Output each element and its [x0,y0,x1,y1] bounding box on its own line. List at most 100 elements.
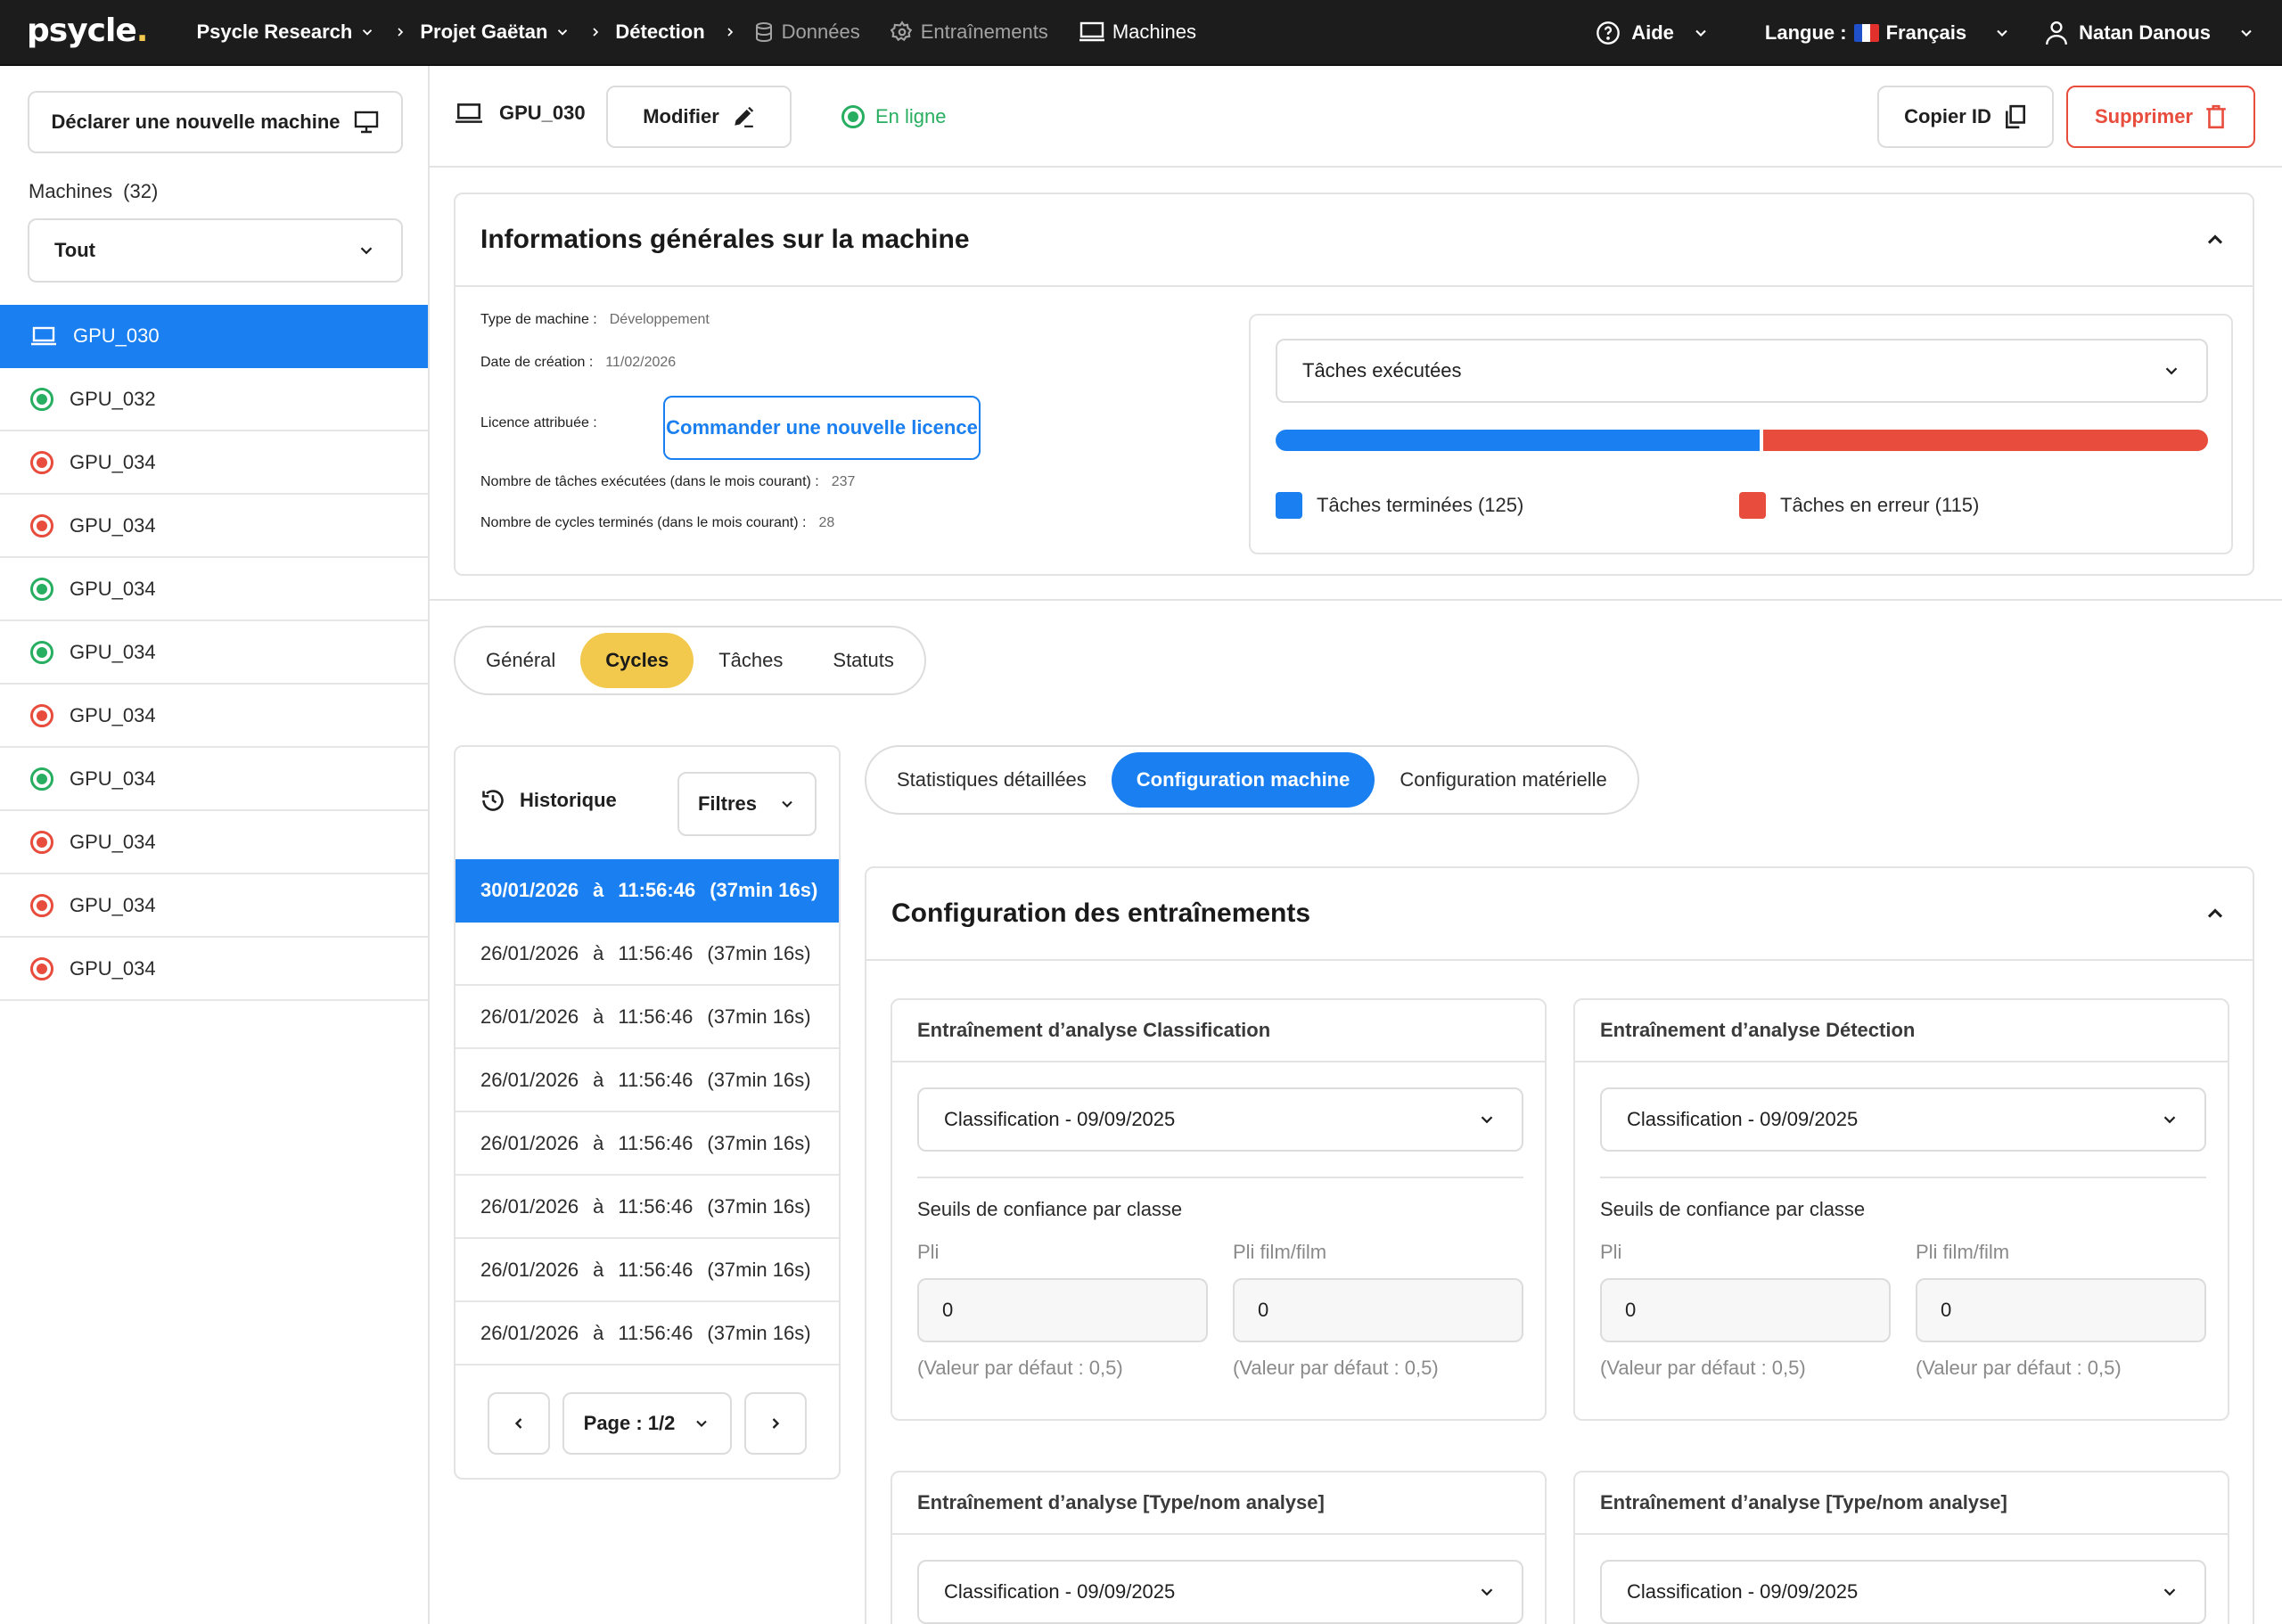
history-item[interactable]: 30/01/2026 à 11:56:46 (37min 16s) [456,859,839,923]
sub-tabs: Statistiques détaillées Configuration ma… [865,745,1639,815]
history-icon [482,790,504,811]
language-menu[interactable]: Langue : Français [1765,21,2011,45]
tab-taches[interactable]: Tâches [694,633,808,688]
monitor-icon [354,111,378,134]
machine-list-item[interactable]: GPU_034 [0,938,428,1001]
machine-list: GPU_030 GPU_032 GPU_034 GPU_034 GPU_034 … [0,305,428,1001]
machine-list-item[interactable]: GPU_034 [0,811,428,874]
status-online-icon [30,387,53,411]
history-item[interactable]: 26/01/2026 à 11:56:46 (37min 16s) [456,1049,839,1112]
legend-done: Tâches terminées (125) [1276,492,1523,519]
pli-film-threshold-input[interactable]: 0 [1916,1278,2206,1342]
tab-statuts[interactable]: Statuts [808,633,918,688]
machine-list-item[interactable]: GPU_034 [0,748,428,811]
chevron-down-icon [1695,29,1706,37]
breadcrumb-detection[interactable]: Détection [615,21,704,44]
legend-error: Tâches en erreur (115) [1739,492,1979,519]
machine-filter-select[interactable]: Tout [28,218,403,283]
thresholds-label: Seuils de confiance par classe [917,1198,1183,1220]
status-online-icon [30,640,53,664]
training-generic-card: Entraînement d’analyse [Type/nom analyse… [1573,1471,2229,1624]
history-header: Historique Filtres [456,747,839,859]
machine-info-header[interactable]: Informations générales sur la machine [456,194,2253,287]
machines-count-label: Machines (32) [29,180,159,202]
chevron-right-icon [723,25,737,39]
machine-header: GPU_030 Modifier En ligne Copier ID Supp… [430,66,2282,168]
thresholds-label: Seuils de confiance par classe [1600,1198,1866,1220]
help-menu[interactable]: Aide [1596,21,1710,45]
machine-list-item[interactable]: GPU_034 [0,558,428,621]
chevron-down-icon [2163,1116,2176,1124]
machine-list-item[interactable]: GPU_034 [0,431,428,495]
status-offline-icon [30,703,53,727]
machine-list-item[interactable]: GPU_034 [0,874,428,938]
tab-general[interactable]: Général [461,633,580,688]
history-item[interactable]: 26/01/2026 à 11:56:46 (37min 16s) [456,923,839,986]
delete-button[interactable]: Supprimer [2066,86,2255,148]
chevron-down-icon [1481,1116,1493,1124]
chevron-right-icon [393,25,407,39]
training-config-header[interactable]: Configuration des entraînements [866,868,2253,961]
chevron-up-icon[interactable] [2203,901,2228,926]
training-model-select[interactable]: Classification - 09/09/2025 [1600,1087,2206,1152]
pli-threshold-input[interactable]: 0 [1600,1278,1891,1342]
training-model-select[interactable]: Classification - 09/09/2025 [1600,1560,2206,1624]
tab-cycles[interactable]: Cycles [580,633,694,688]
user-menu[interactable]: Natan Danous [2045,21,2255,45]
tab-statistiques[interactable]: Statistiques détaillées [872,752,1112,808]
tasks-select[interactable]: Tâches exécutées [1276,339,2208,403]
monitor-icon [1079,21,1104,42]
training-model-select[interactable]: Classification - 09/09/2025 [917,1560,1523,1624]
field-label: Pli film/film [1916,1241,2010,1263]
field-label: Pli film/film [1233,1241,1327,1263]
training-card-title: Entraînement d’analyse [Type/nom analyse… [1575,1472,2228,1535]
nav-machines[interactable]: Machines [1079,21,1196,44]
status-offline-icon [30,956,53,980]
history-item[interactable]: 26/01/2026 à 11:56:46 (37min 16s) [456,1302,839,1366]
chevron-down-icon [2241,29,2252,37]
machine-list-item[interactable]: GPU_034 [0,495,428,558]
machine-list-item[interactable]: GPU_030 [0,305,428,368]
main-tabs: Général Cycles Tâches Statuts [454,626,926,695]
machine-list-item[interactable]: GPU_034 [0,621,428,685]
chevron-up-icon[interactable] [2203,227,2228,252]
training-config-card: Configuration des entraînements Entraîne… [865,866,2254,1624]
machine-list-item[interactable]: GPU_034 [0,685,428,748]
flag-fr-icon [1853,24,1879,42]
default-value-hint: (Valeur par défaut : 0,5) [1600,1357,1806,1379]
copy-id-button[interactable]: Copier ID [1877,86,2054,148]
history-item[interactable]: 26/01/2026 à 11:56:46 (37min 16s) [456,1239,839,1302]
tab-configuration-machine[interactable]: Configuration machine [1111,752,1375,808]
prev-page-button[interactable] [488,1392,550,1455]
modify-button[interactable]: Modifier [606,86,792,148]
history-item[interactable]: 26/01/2026 à 11:56:46 (37min 16s) [456,1112,839,1176]
next-page-button[interactable] [744,1392,807,1455]
chevron-down-icon [2165,367,2178,375]
status-offline-icon [30,450,53,474]
tab-configuration-materielle[interactable]: Configuration matérielle [1375,752,1631,808]
topbar-right: Aide Langue : Français Natan Danous [1596,0,2255,66]
page-select[interactable]: Page : 1/2 [562,1392,732,1455]
history-item[interactable]: 26/01/2026 à 11:56:46 (37min 16s) [456,986,839,1049]
help-circle-icon [1597,21,1621,45]
machine-list-item[interactable]: GPU_032 [0,368,428,431]
pli-threshold-input[interactable]: 0 [917,1278,1208,1342]
declare-machine-button[interactable]: Déclarer une nouvelle machine [28,91,403,153]
breadcrumb-organization[interactable]: Psycle Research [196,21,375,44]
default-value-hint: (Valeur par défaut : 0,5) [1916,1357,2122,1379]
breadcrumb-project[interactable]: Projet Gaëtan [420,21,570,44]
psycle-logo[interactable]: psycle. [27,12,148,49]
filters-button[interactable]: Filtres [677,772,817,836]
history-item[interactable]: 26/01/2026 à 11:56:46 (37min 16s) [456,1176,839,1239]
training-card-title: Entraînement d’analyse Classification [892,1000,1545,1062]
pli-film-threshold-input[interactable]: 0 [1233,1278,1523,1342]
field-label: Pli [917,1241,940,1263]
nav-entrainements[interactable]: Entraînements [890,21,1048,44]
status-online-icon [30,767,53,791]
training-model-select[interactable]: Classification - 09/09/2025 [917,1087,1523,1152]
order-licence-button[interactable]: Commander une nouvelle licence [663,396,981,460]
nav-donnees[interactable]: Données [753,21,860,44]
training-detection-card: Entraînement d’analyse Détection Classif… [1573,998,2229,1421]
chevron-down-icon [696,1420,708,1427]
training-classification-card: Entraînement d’analyse Classification Cl… [891,998,1547,1421]
